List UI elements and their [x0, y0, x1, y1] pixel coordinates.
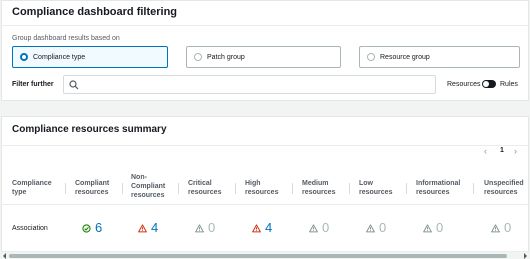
warning-icon — [366, 223, 375, 232]
resource-count-value[interactable]: 4 — [151, 221, 158, 235]
column-header: Critical resources — [188, 180, 222, 196]
header-divider — [2, 204, 528, 205]
resource-count-value: 0 — [322, 220, 330, 235]
warning-icon — [491, 223, 500, 232]
radio-resource-group[interactable]: Resource group — [359, 46, 520, 68]
radio-label: Compliance type — [33, 53, 86, 61]
radio-compliance-type[interactable]: Compliance type — [12, 46, 168, 68]
horizontal-scrollbar[interactable] — [1, 251, 529, 259]
search-box[interactable] — [63, 75, 436, 94]
summary-divider — [2, 145, 528, 146]
filter-further-label: Filter further — [12, 81, 54, 88]
column-separator — [406, 183, 407, 194]
column-header: Non- Compliant resources — [131, 174, 166, 199]
radio-button-icon[interactable] — [20, 53, 28, 61]
summary-title: Compliance resources summary — [12, 124, 167, 135]
filtering-divider — [2, 25, 528, 26]
scrollbar-thumb[interactable] — [9, 254, 507, 258]
resource-count-value: 0 — [208, 220, 216, 235]
warning-icon — [252, 223, 261, 232]
resource-count-cell: 0 — [195, 221, 215, 235]
filtering-panel: Compliance dashboard filtering Group das… — [1, 0, 529, 101]
resource-count-cell: 0 — [366, 221, 386, 235]
row-compliance-type: Association — [12, 225, 48, 232]
resource-count-value: 0 — [504, 220, 512, 235]
column-header: Low resources — [359, 180, 393, 196]
column-separator — [178, 183, 179, 194]
radio-label: Patch group — [207, 53, 245, 61]
filtering-title: Compliance dashboard filtering — [12, 6, 178, 18]
radio-button-icon[interactable] — [194, 53, 202, 61]
pagination-next-icon[interactable]: › — [514, 146, 517, 156]
resource-count-cell[interactable]: 4 — [138, 221, 158, 235]
warning-icon — [138, 223, 147, 232]
search-input[interactable] — [84, 78, 424, 91]
toggle-knob — [483, 81, 489, 87]
warning-icon — [423, 223, 432, 232]
resource-count-value: 0 — [379, 220, 387, 235]
radio-label: Resource group — [380, 53, 430, 61]
scroll-right-arrow-icon[interactable] — [524, 253, 527, 259]
column-separator — [349, 183, 350, 194]
warning-icon — [195, 223, 204, 232]
check-circle-icon — [82, 223, 91, 233]
column-header: Informational resources — [416, 180, 461, 196]
resource-count-cell: 0 — [491, 221, 511, 235]
summary-panel: Compliance resources summary ‹ 1 › Compl… — [1, 116, 529, 259]
resources-rules-toggle[interactable] — [482, 80, 496, 88]
column-header: Compliant resources — [75, 180, 110, 196]
scroll-left-arrow-icon[interactable] — [3, 253, 6, 259]
radio-patch-group[interactable]: Patch group — [186, 46, 341, 68]
column-header: Unspecified resources — [484, 180, 524, 196]
column-header: High resources — [245, 180, 279, 196]
search-icon — [69, 80, 79, 90]
radio-button-icon[interactable] — [367, 53, 375, 61]
column-separator — [122, 183, 123, 194]
group-by-label: Group dashboard results based on — [12, 35, 120, 42]
pagination-page-number[interactable]: 1 — [500, 147, 504, 154]
warning-icon — [309, 223, 318, 232]
resource-count-cell[interactable]: 6 — [82, 221, 102, 235]
pagination-prev-icon[interactable]: ‹ — [484, 146, 487, 156]
column-header: Medium resources — [302, 180, 336, 196]
resource-count-value[interactable]: 4 — [265, 221, 272, 235]
toggle-rules-label: Rules — [500, 81, 518, 88]
resource-count-cell: 0 — [309, 221, 329, 235]
column-separator — [235, 183, 236, 194]
column-separator — [65, 183, 66, 194]
resource-count-cell: 0 — [423, 221, 443, 235]
pagination: ‹ 1 › — [482, 146, 528, 156]
resource-count-value: 0 — [436, 220, 444, 235]
resource-count-value[interactable]: 6 — [95, 221, 102, 235]
column-separator — [292, 183, 293, 194]
toggle-resources-label: Resources — [447, 81, 481, 88]
resource-count-cell[interactable]: 4 — [252, 221, 272, 235]
column-separator — [473, 183, 474, 194]
column-header: Compliance type — [12, 180, 52, 196]
